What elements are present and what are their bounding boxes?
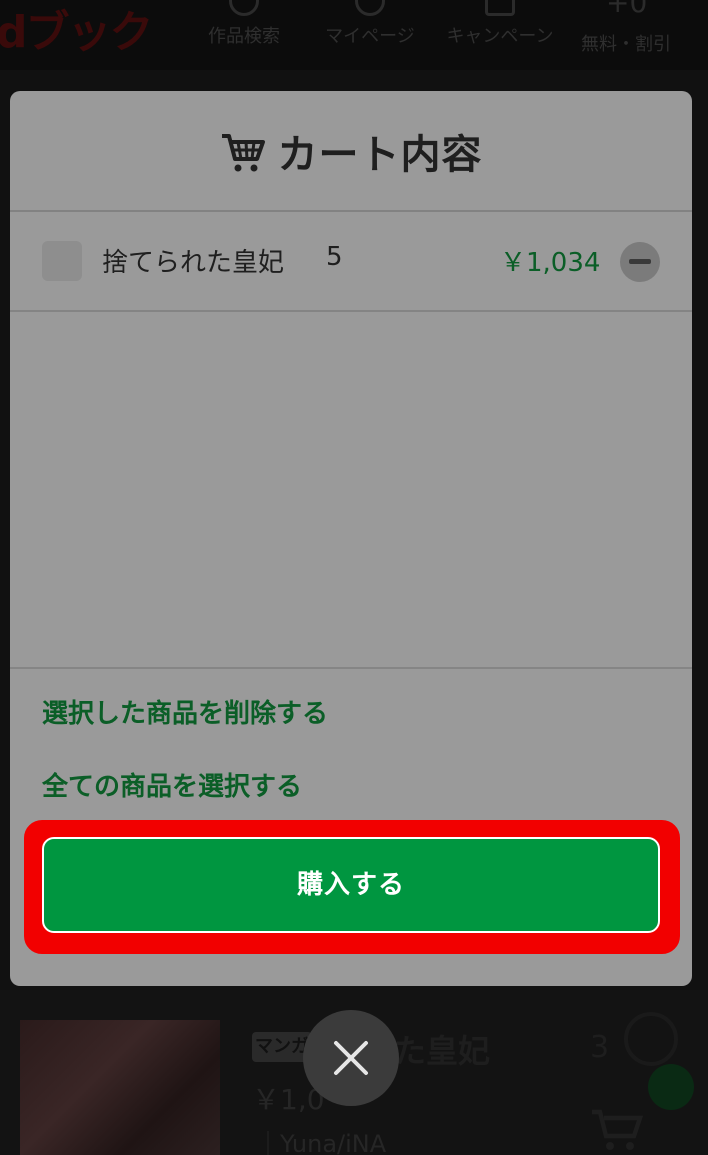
check-circle-icon — [624, 1012, 678, 1066]
zero-yen-icon: +0 — [606, 0, 648, 19]
nav-campaign-label: キャンペーン — [446, 26, 554, 47]
minus-icon — [629, 259, 651, 264]
nav-free-discount[interactable]: +0 無料・割引 — [566, 0, 686, 60]
product-author: ｜Yuna/iNA — [256, 1130, 387, 1155]
close-modal-button[interactable] — [303, 1010, 399, 1106]
nav-mypage-label: マイページ — [325, 26, 415, 47]
cart-modal-header: カート内容 — [10, 91, 692, 212]
megaphone-icon — [485, 0, 515, 16]
item-price: ￥1,034 — [500, 248, 601, 278]
product-volume: 3 — [590, 1030, 610, 1065]
item-name: 捨てられた皇妃 — [102, 248, 285, 278]
select-all-link[interactable]: 全ての商品を選択する — [42, 766, 302, 803]
shopping-cart-icon — [220, 128, 266, 174]
cart-title: カート内容 — [277, 131, 483, 178]
cart-modal: カート内容 捨てられた皇妃 5 ￥1,034 選択した商品を削除する 全ての商品… — [10, 91, 692, 986]
remove-item-button[interactable] — [620, 242, 660, 282]
cart-modal-footer: 選択した商品を削除する 全ての商品を選択する 購入する — [10, 667, 692, 986]
product-cover-image — [20, 1020, 220, 1155]
item-checkbox[interactable] — [42, 241, 82, 281]
background-header: dブック 作品検索 マイページ キャンペーン +0 無料・割引 — [0, 0, 708, 70]
close-icon — [334, 1041, 368, 1075]
add-to-cart-icon — [590, 1108, 646, 1155]
delete-selected-link[interactable]: 選択した商品を削除する — [42, 693, 328, 730]
cart-item-row: 捨てられた皇妃 5 ￥1,034 — [10, 212, 692, 312]
nav-campaign[interactable]: キャンペーン — [440, 0, 560, 60]
purchase-button[interactable]: 購入する — [42, 837, 660, 933]
search-icon — [229, 0, 259, 16]
dbook-logo: dブック — [0, 7, 153, 58]
nav-search-label: 作品検索 — [208, 26, 280, 47]
green-dot-icon — [648, 1064, 694, 1110]
item-volume: 5 — [326, 242, 343, 272]
user-icon — [355, 0, 385, 16]
nav-search[interactable]: 作品検索 — [184, 0, 304, 60]
nav-free-discount-label: 無料・割引 — [581, 34, 671, 55]
nav-mypage[interactable]: マイページ — [310, 0, 430, 60]
